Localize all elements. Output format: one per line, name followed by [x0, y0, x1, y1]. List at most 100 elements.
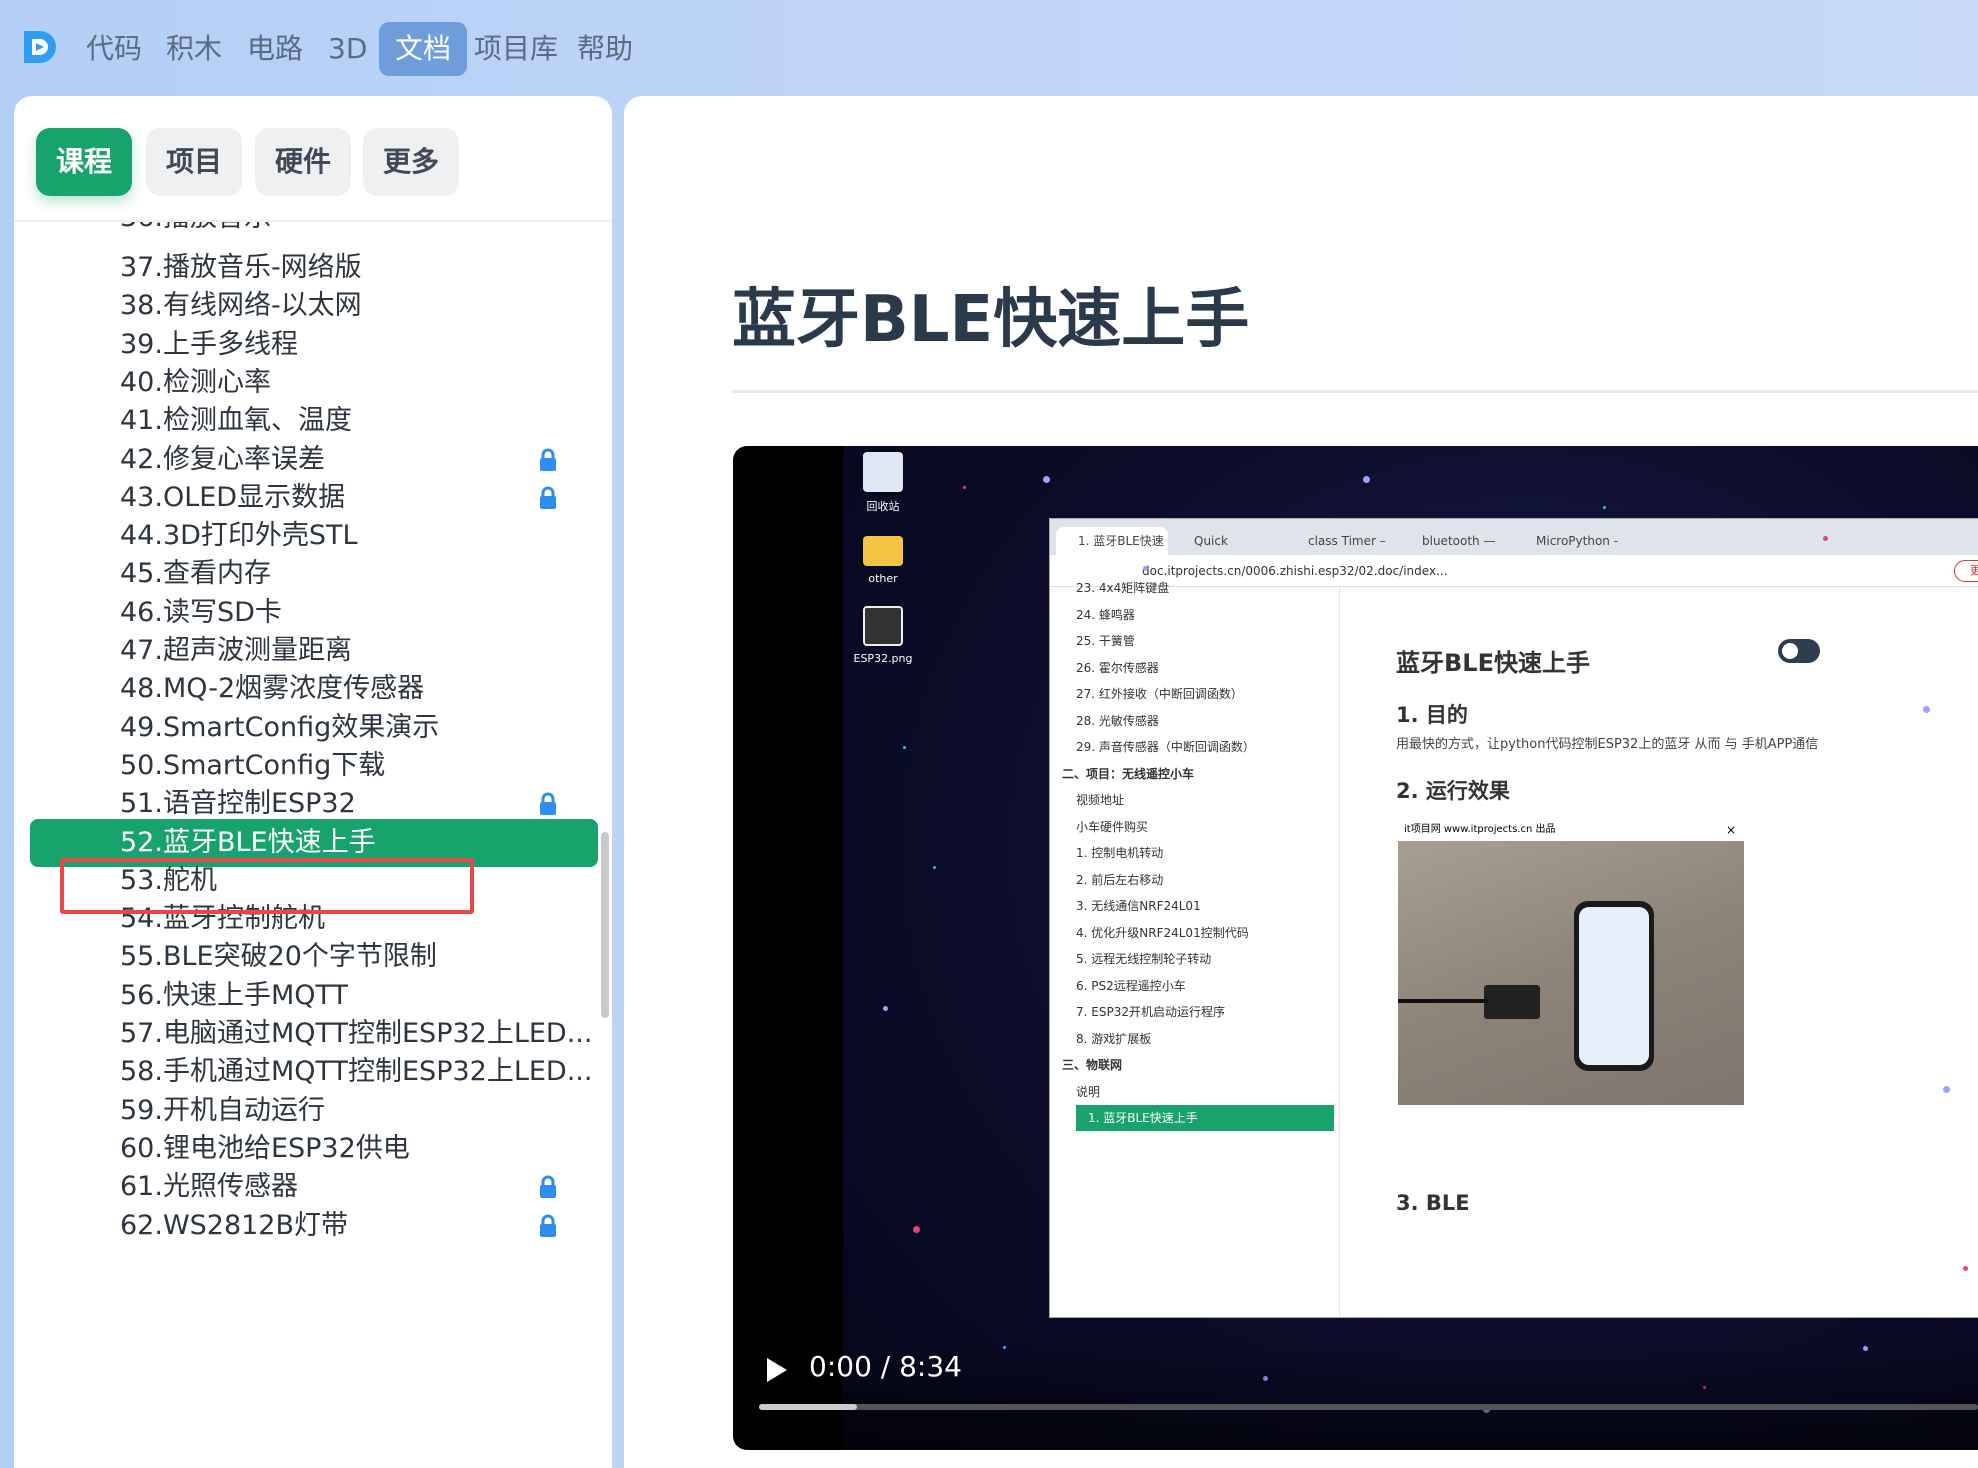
list-item-label: 48.MQ-2烟雾浓度传感器 — [120, 673, 425, 705]
sidebar-scrollbar[interactable] — [601, 832, 609, 1018]
browser-tab: 1. 蓝牙BLE快速上 — [1056, 527, 1168, 576]
browser-doc-main: 蓝牙BLE快速上手 1. 目的 用最快的方式，让python代码控制ESP32上… — [1340, 587, 1978, 1317]
list-item-label: 43.OLED显示数据 — [120, 481, 346, 513]
list-item-label: 51.语音控制ESP32 — [120, 788, 356, 820]
browser-doc-nav-item: 29. 声音传感器（中断回调函数） — [1076, 740, 1255, 754]
list-item-label: 56.快速上手MQTT — [120, 979, 348, 1011]
star-decoration — [963, 486, 966, 489]
folder-icon — [863, 536, 903, 566]
browser-doc-nav-item: 3. 无线通信NRF24L01 — [1076, 899, 1201, 913]
inner-video-bar: it项目网 www.itprojects.cn 出品 × — [1398, 819, 1744, 841]
list-item-label: 61.光照传感器 — [120, 1171, 298, 1203]
desktop-icon-folder: other — [843, 528, 923, 585]
list-item[interactable]: 36.播放音乐 — [14, 222, 612, 242]
list-item-label: 41.检测血氧、温度 — [120, 405, 352, 437]
browser-doc-heading: 3. BLE — [1396, 1191, 1470, 1215]
tab-courses[interactable]: 课程 — [36, 128, 132, 196]
sidebar-tabs: 课程 项目 硬件 更多 — [14, 96, 612, 222]
star-decoration — [1923, 706, 1930, 713]
browser-tab: MicroPython - — [1514, 527, 1622, 555]
list-item-label: 60.锂电池给ESP32供电 — [120, 1132, 410, 1164]
browser-doc-nav-item: 7. ESP32开机启动运行程序 — [1076, 1005, 1225, 1019]
browser-doc-heading: 1. 目的 — [1396, 703, 1468, 727]
list-item-label: 46.读写SD卡 — [120, 596, 282, 628]
lock-icon — [540, 1175, 556, 1199]
tab-projects[interactable]: 项目 — [146, 128, 242, 196]
list-item-label: 40.检测心率 — [120, 366, 271, 398]
close-icon: × — [1725, 823, 1736, 837]
browser-tab: class Timer – co — [1286, 527, 1394, 576]
star-decoration — [1943, 1086, 1950, 1093]
lock-icon — [540, 1214, 556, 1237]
nav-projects[interactable]: 项目库 — [458, 22, 574, 76]
inner-video: it项目网 www.itprojects.cn 出品 × — [1398, 819, 1744, 1105]
star-decoration — [883, 1006, 888, 1011]
browser-url: doc.itprojects.cn/0006.zhishi.esp32/02.d… — [1142, 564, 1448, 578]
star-decoration — [1823, 536, 1828, 541]
nav-blocks[interactable]: 积木 — [150, 22, 238, 76]
app-logo-icon[interactable] — [20, 27, 60, 67]
list-item-label: 49.SmartConfig效果演示 — [120, 711, 440, 743]
browser-doc-nav-item: 二、项目：无线遥控小车 — [1062, 766, 1195, 781]
nav-circuit[interactable]: 电路 — [231, 22, 319, 76]
theme-toggle — [1778, 639, 1820, 663]
video-player[interactable]: 回收站 other ESP32.png 1. 蓝牙BLE快速上 Quick re… — [733, 446, 1978, 1450]
browser-doc-nav-item: 23. 4x4矩阵键盘 — [1076, 581, 1170, 595]
list-item[interactable]: 62.WS2812B灯带 — [14, 1202, 612, 1250]
nav-3d[interactable]: 3D — [312, 22, 383, 76]
browser-doc-nav-item: 8. 游戏扩展板 — [1076, 1031, 1152, 1046]
page-title: 蓝牙BLE快速上手 — [732, 283, 1250, 357]
browser-update-button: 更新 — [1954, 560, 1978, 582]
nav-docs[interactable]: 文档 — [379, 22, 468, 76]
recycle-bin-icon — [863, 452, 903, 492]
nav-help[interactable]: 帮助 — [561, 22, 649, 76]
title-divider — [732, 390, 1978, 393]
list-item-label: 47.超声波测量距离 — [120, 635, 352, 666]
star-decoration — [1363, 476, 1370, 483]
browser-doc-nav-item: 1. 蓝牙BLE快速上手 — [1076, 1105, 1334, 1131]
image-file-icon — [863, 606, 903, 646]
video-progress-bar[interactable] — [759, 1404, 1978, 1410]
list-item-label: 44.3D打印外壳STL — [120, 520, 358, 552]
browser-doc-nav-item: 25. 干簧管 — [1076, 634, 1135, 648]
top-nav: 代码 积木 电路 3D 文档 项目库 帮助 — [0, 0, 1978, 96]
video-browser-window: 1. 蓝牙BLE快速上 Quick reference class Timer … — [1049, 518, 1978, 1318]
browser-doc-nav-item: 1. 控制电机转动 — [1076, 846, 1164, 860]
list-item-label: 57.电脑通过MQTT控制ESP32上LED... — [120, 1018, 593, 1049]
list-item-label: 45.查看内存 — [120, 558, 271, 590]
browser-doc-nav-item: 26. 霍尔传感器 — [1076, 660, 1159, 675]
video-controls: 0:00 / 8:34 — [733, 1346, 1978, 1450]
browser-doc-nav-item: 5. 远程无线控制轮子转动 — [1076, 952, 1212, 966]
tab-more[interactable]: 更多 — [363, 128, 459, 196]
star-decoration — [1963, 1266, 1968, 1271]
play-icon[interactable] — [763, 1354, 791, 1386]
browser-doc-nav-item: 4. 优化升级NRF24L01控制代码 — [1076, 925, 1249, 940]
lock-icon — [540, 486, 556, 509]
star-decoration — [913, 1226, 920, 1233]
phone-image — [1574, 901, 1654, 1071]
desktop-icon-label: other — [868, 572, 898, 585]
nav-code[interactable]: 代码 — [70, 22, 158, 76]
tab-hardware[interactable]: 硬件 — [255, 128, 351, 196]
inner-video-caption: it项目网 www.itprojects.cn 出品 — [1404, 824, 1556, 835]
browser-doc-nav-item: 小车硬件购买 — [1076, 819, 1149, 834]
star-decoration — [1603, 506, 1606, 509]
desktop-icon-label: 回收站 — [866, 500, 900, 513]
browser-doc-nav-item: 视频地址 — [1076, 793, 1125, 807]
browser-doc-nav-item: 24. 蜂鸣器 — [1076, 607, 1135, 622]
list-item-label: 50.SmartConfig下载 — [120, 749, 386, 781]
lock-icon — [540, 792, 556, 816]
desktop-icon-label: ESP32.png — [853, 652, 913, 665]
sidebar: 课程 项目 硬件 更多 36.播放音乐 37.播放音乐-网络版 38.有线网络-以… — [14, 96, 612, 1468]
list-item-label: 37.播放音乐-网络版 — [120, 252, 362, 283]
list-item-label: 55.BLE突破20个字节限制 — [120, 941, 437, 973]
lock-icon — [540, 448, 556, 471]
browser-doc-sidebar: 23. 4x4矩阵键盘 24. 蜂鸣器 25. 干簧管 26. 霍尔传感器 27. 红外… — [1050, 581, 1340, 1317]
desktop-icon-image: ESP32.png — [843, 606, 923, 665]
browser-doc-paragraph: 用最快的方式，让python代码控制ESP32上的蓝牙 从而 与 手机APP通信 — [1396, 737, 1819, 752]
star-decoration — [1043, 476, 1050, 483]
browser-doc-title: 蓝牙BLE快速上手 — [1396, 649, 1590, 677]
list-item-label: 42.修复心率误差 — [120, 443, 325, 475]
browser-tab: Quick reference — [1172, 527, 1280, 576]
browser-doc-nav-item: 27. 红外接收（中断回调函数） — [1076, 687, 1243, 701]
